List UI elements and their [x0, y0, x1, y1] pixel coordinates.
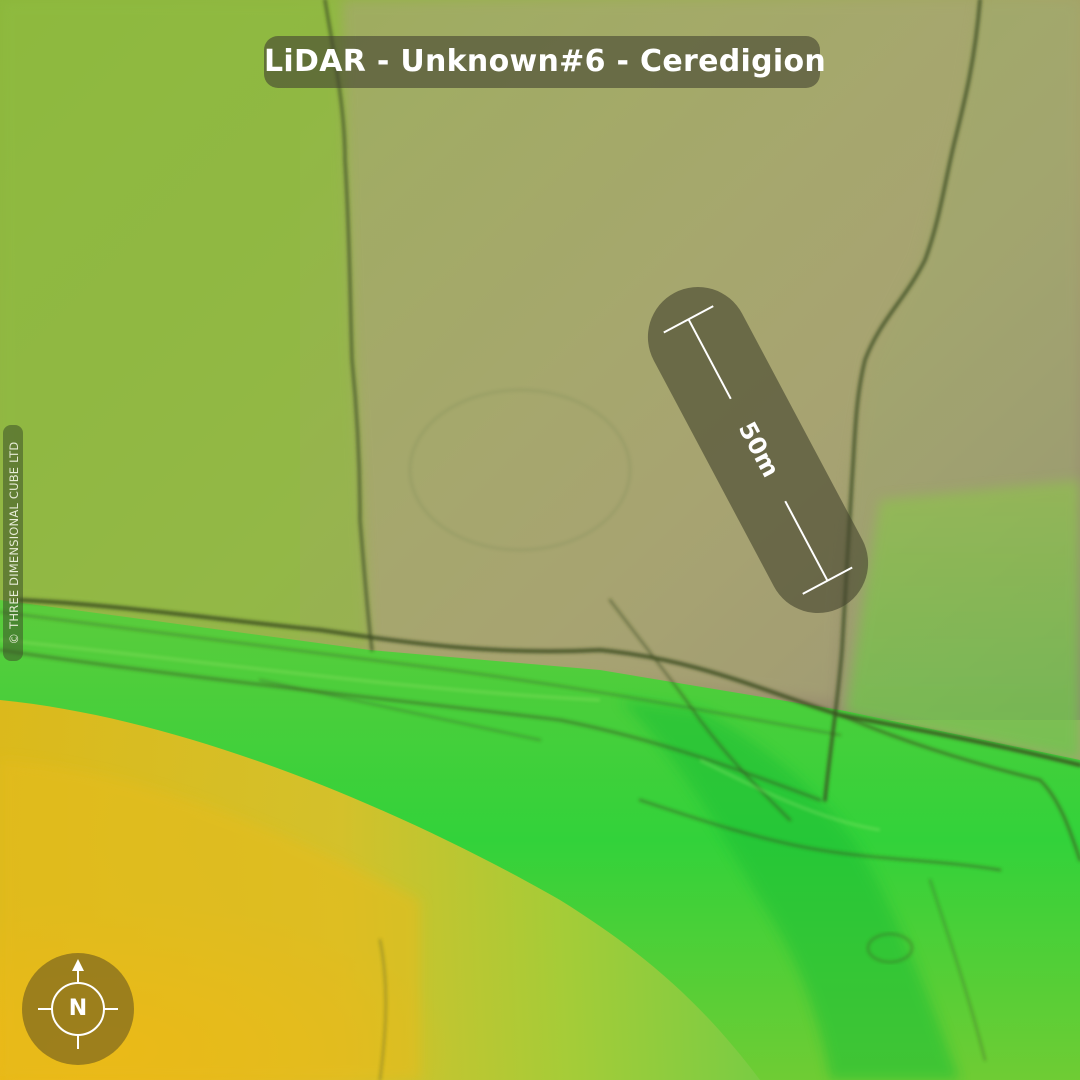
compass-rose-icon[interactable]: N [22, 953, 134, 1065]
lidar-terrain[interactable] [0, 0, 1080, 1080]
lidar-map[interactable]: LiDAR - Unknown#6 - Ceredigion © THREE D… [0, 0, 1080, 1080]
map-title: LiDAR - Unknown#6 - Ceredigion [264, 36, 826, 88]
copyright-label: © THREE DIMENSIONAL CUBE LTD [7, 441, 21, 645]
compass-north-label: N [68, 996, 88, 1021]
